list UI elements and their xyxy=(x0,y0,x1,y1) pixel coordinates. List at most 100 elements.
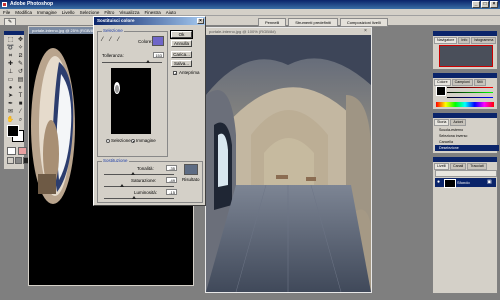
tab-composizioni-livelli[interactable]: Composizioni livelli xyxy=(339,18,388,27)
pen-tool-icon[interactable]: ✒ xyxy=(6,101,15,108)
lasso-tool-icon[interactable]: ➰ xyxy=(6,45,15,52)
hue-field[interactable]: -35 xyxy=(166,165,177,171)
eyedropper-tool-preset-icon[interactable]: ✎ xyxy=(4,18,16,26)
dodge-tool-icon[interactable]: ◐ xyxy=(16,85,25,92)
tab-navigator[interactable]: Navigatore xyxy=(434,37,458,44)
lightness-field[interactable]: -15 xyxy=(166,189,177,195)
blur-tool-icon[interactable]: ● xyxy=(6,85,15,92)
brush-tool-icon[interactable]: ✎ xyxy=(16,61,25,68)
clone-stamp-tool-icon[interactable]: ⊥ xyxy=(6,69,15,76)
menu-filtro[interactable]: Filtro xyxy=(104,9,114,15)
color-palette: Colore Campioni Stili xyxy=(432,72,498,110)
load-button[interactable]: Carica... xyxy=(171,51,192,58)
tab-paths[interactable]: Tracciati xyxy=(467,163,487,170)
document-window-photo[interactable]: portale-interno.jpg @ 100% (RGB/8#) × xyxy=(205,27,372,293)
minimize-button[interactable]: _ xyxy=(472,1,480,8)
color-fg-swatch[interactable] xyxy=(436,86,446,96)
tab-color[interactable]: Colore xyxy=(434,79,451,86)
saturation-slider-thumb[interactable] xyxy=(120,184,125,187)
eye-icon[interactable]: ● xyxy=(437,179,440,185)
screen-mode-standard-icon[interactable] xyxy=(7,157,14,164)
path-selection-tool-icon[interactable]: ➤ xyxy=(6,93,15,100)
slice-tool-icon[interactable]: ⧄ xyxy=(16,53,25,60)
history-item-selected[interactable]: Deselezione xyxy=(435,145,499,151)
menu-livello[interactable]: Livello xyxy=(62,9,75,15)
menu-aiuto[interactable]: Aiuto xyxy=(166,9,176,15)
navigator-thumbnail[interactable] xyxy=(439,45,493,67)
eraser-tool-icon[interactable]: ▭ xyxy=(6,77,15,84)
tab-info[interactable]: Info xyxy=(458,37,471,44)
lightness-slider[interactable] xyxy=(104,196,174,199)
close-button[interactable]: × xyxy=(490,1,498,8)
ok-button[interactable]: Ok xyxy=(170,30,193,39)
standard-mode-icon[interactable] xyxy=(7,147,16,155)
maximize-button[interactable]: □ xyxy=(481,1,489,8)
tab-histogram[interactable]: Istogramma xyxy=(471,37,497,44)
tab-strumenti-predefiniti[interactable]: Strumenti predefiniti xyxy=(288,18,338,27)
move-tool-icon[interactable]: ✥ xyxy=(16,37,25,44)
tab-swatches[interactable]: Campioni xyxy=(451,79,473,86)
tab-actions[interactable]: Azioni xyxy=(450,119,467,126)
type-tool-icon[interactable]: T xyxy=(16,93,25,100)
blue-slider[interactable] xyxy=(447,97,493,98)
history-palette: Storia Azioni Scuola-esterno Seleziona i… xyxy=(432,112,499,154)
menu-selezione[interactable]: Selezione xyxy=(80,9,100,15)
hue-slider[interactable] xyxy=(104,172,174,175)
selection-color-swatch[interactable] xyxy=(152,36,164,46)
layer-row-background[interactable]: ● Sfondo ▣ xyxy=(435,178,496,188)
crop-tool-icon[interactable]: ⌗ xyxy=(6,53,15,60)
radio-selection-label: Selezione xyxy=(111,138,131,143)
magic-wand-tool-icon[interactable]: ✧ xyxy=(16,45,25,52)
menu-visualizza[interactable]: Visualizza xyxy=(119,9,139,15)
tab-styles[interactable]: Stili xyxy=(473,79,486,86)
red-slider[interactable] xyxy=(447,87,493,88)
save-button[interactable]: Salva... xyxy=(171,60,192,67)
color-spectrum-bar[interactable] xyxy=(436,102,494,107)
tab-channels[interactable]: Canali xyxy=(450,163,467,170)
color-swatches[interactable] xyxy=(7,125,24,142)
tolerance-slider-thumb[interactable] xyxy=(145,60,150,63)
blend-mode-select[interactable] xyxy=(435,170,497,177)
healing-brush-tool-icon[interactable]: ✚ xyxy=(6,61,15,68)
menu-file[interactable]: File xyxy=(3,9,10,15)
eyedropper-icon[interactable]: ⁄ xyxy=(102,37,103,43)
radio-selection[interactable] xyxy=(106,139,110,143)
radio-image[interactable] xyxy=(131,139,135,143)
tolerance-field[interactable]: 153 xyxy=(153,52,164,58)
shape-tool-icon[interactable]: ■ xyxy=(16,101,25,108)
green-slider[interactable] xyxy=(447,92,493,93)
menu-modifica[interactable]: Modifica xyxy=(15,9,32,15)
marquee-tool-icon[interactable]: ⬚ xyxy=(6,37,15,44)
menu-immagine[interactable]: Immagine xyxy=(37,9,57,15)
eyedropper-plus-icon[interactable]: ⁄ xyxy=(110,37,111,43)
dialog-close-button[interactable]: × xyxy=(197,18,204,24)
saturation-slider[interactable] xyxy=(104,184,174,187)
gradient-tool-icon[interactable]: ▤ xyxy=(16,77,25,84)
zoom-tool-icon[interactable]: ⌕ xyxy=(16,117,25,124)
eyedropper-minus-icon[interactable]: ⁄ xyxy=(118,37,119,43)
tolerance-label: Tolleranza: xyxy=(102,53,124,58)
photo-title-bar: portale-interno.jpg @ 100% (RGB/8#) × xyxy=(206,28,371,35)
history-brush-tool-icon[interactable]: ↺ xyxy=(16,69,25,76)
tab-pennelli[interactable]: Pennelli xyxy=(258,18,287,27)
saturation-field[interactable]: -49 xyxy=(166,177,177,183)
photo-close-icon[interactable]: × xyxy=(364,29,369,34)
lightness-slider-thumb[interactable] xyxy=(132,196,137,199)
menu-finestra[interactable]: Finestra xyxy=(145,9,161,15)
screen-mode-full-menu-icon[interactable] xyxy=(15,157,22,164)
preview-checkbox[interactable]: ✓ xyxy=(173,71,177,76)
tab-layers[interactable]: Livelli xyxy=(434,163,449,170)
quick-mask-icon[interactable] xyxy=(18,147,27,155)
foreground-color-swatch[interactable] xyxy=(7,125,19,137)
selection-preview xyxy=(111,68,151,134)
notes-tool-icon[interactable]: ✉ xyxy=(6,109,15,116)
result-color-swatch[interactable] xyxy=(184,164,198,175)
cancel-button[interactable]: Annulla xyxy=(171,40,192,47)
hue-label: Tonalità: xyxy=(137,166,154,171)
hand-tool-icon[interactable]: ✋ xyxy=(6,117,15,124)
hue-slider-thumb[interactable] xyxy=(130,172,135,175)
eyedropper-tool-icon[interactable]: ⁄ xyxy=(16,109,25,116)
photo-canvas[interactable] xyxy=(206,35,371,292)
tolerance-slider[interactable] xyxy=(102,60,162,63)
tab-history[interactable]: Storia xyxy=(434,119,450,126)
